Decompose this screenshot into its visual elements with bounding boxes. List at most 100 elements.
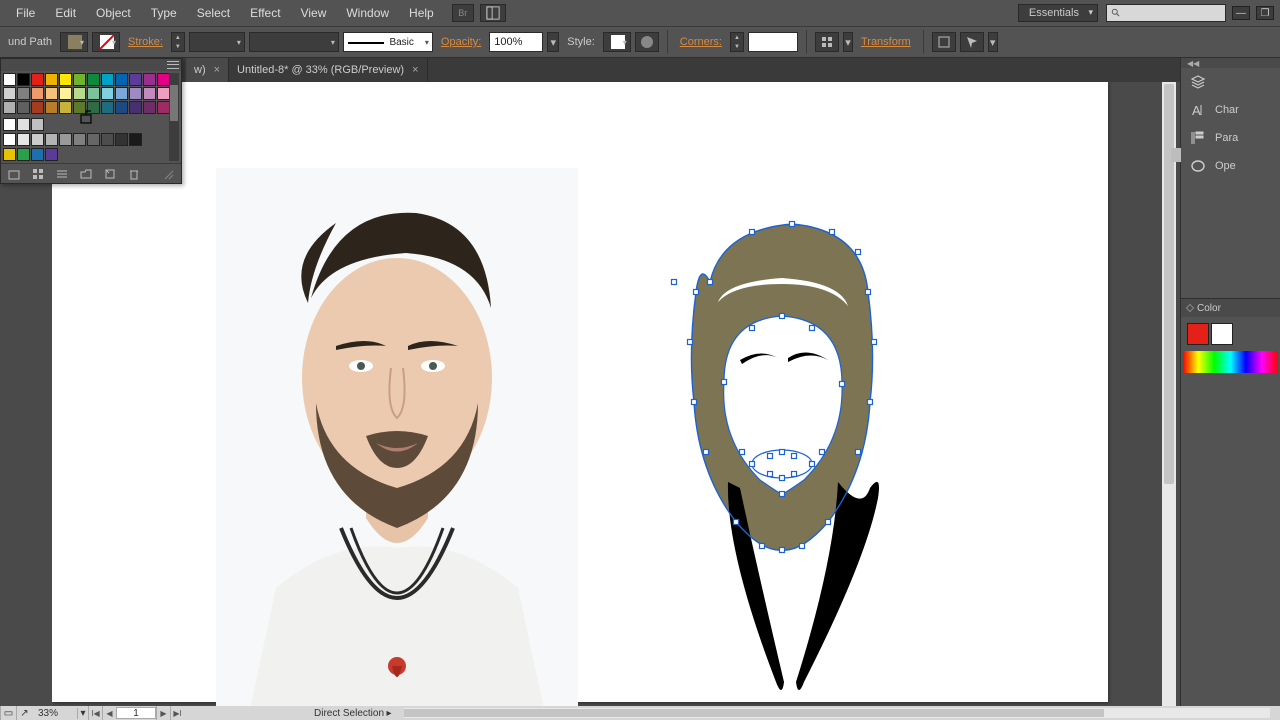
swatch-cell[interactable] xyxy=(129,101,142,114)
swatch-cell[interactable] xyxy=(143,73,156,86)
vertical-scrollbar[interactable] xyxy=(1162,82,1176,706)
swatch-cell[interactable] xyxy=(59,73,72,86)
swatch-cell[interactable] xyxy=(17,73,30,86)
layers-panel-button[interactable] xyxy=(1181,68,1280,96)
artboard-nav-icon[interactable]: ▭ xyxy=(0,706,16,720)
corners-field[interactable] xyxy=(748,32,798,52)
dock-divider-handle[interactable] xyxy=(1171,148,1181,162)
swatch-cell[interactable] xyxy=(45,101,58,114)
delete-swatch-icon[interactable] xyxy=(127,167,141,181)
character-panel-button[interactable]: AChar xyxy=(1181,96,1280,124)
swatch-cell[interactable] xyxy=(73,133,86,146)
swatch-cell[interactable] xyxy=(101,87,114,100)
stroke-label[interactable]: Stroke: xyxy=(124,36,167,48)
isolate-button[interactable] xyxy=(932,32,956,52)
resize-grip-icon[interactable] xyxy=(161,167,175,181)
zoom-field[interactable]: 33% xyxy=(32,708,78,719)
transform-label[interactable]: Transform xyxy=(857,36,915,48)
swatch-options-icon[interactable] xyxy=(55,167,69,181)
opentype-panel-button[interactable]: Ope xyxy=(1181,152,1280,180)
swatch-cell[interactable] xyxy=(87,133,100,146)
opacity-label[interactable]: Opacity: xyxy=(437,36,485,48)
swatch-cell[interactable] xyxy=(73,73,86,86)
artboard-page-nav[interactable]: I◀◀ 1 ▶▶I xyxy=(88,706,184,720)
search-box[interactable] xyxy=(1106,4,1226,22)
color-stroke-swatch[interactable] xyxy=(1211,323,1233,345)
opacity-field[interactable]: 100% xyxy=(489,32,543,52)
swatch-cell[interactable] xyxy=(59,101,72,114)
swatch-cell[interactable] xyxy=(45,73,58,86)
swatch-cell[interactable] xyxy=(87,87,100,100)
align-button[interactable] xyxy=(815,32,839,52)
panel-menu-icon[interactable] xyxy=(167,60,179,70)
menu-select[interactable]: Select xyxy=(187,2,240,24)
swatch-cell[interactable] xyxy=(3,101,16,114)
swatch-cell[interactable] xyxy=(31,87,44,100)
stroke-swatch[interactable] xyxy=(92,32,120,52)
menu-edit[interactable]: Edit xyxy=(45,2,86,24)
swatch-kind-icon[interactable] xyxy=(31,167,45,181)
document-tab-2[interactable]: Untitled-8* @ 33% (RGB/Preview)× xyxy=(229,58,428,82)
swatch-cell[interactable] xyxy=(31,133,44,146)
menu-help[interactable]: Help xyxy=(399,2,444,24)
new-group-icon[interactable] xyxy=(79,167,93,181)
variable-width-dd[interactable] xyxy=(249,32,339,52)
swatches-panel[interactable] xyxy=(0,58,182,184)
menu-effect[interactable]: Effect xyxy=(240,2,290,24)
paragraph-panel-button[interactable]: Para xyxy=(1181,124,1280,152)
recolor-button[interactable] xyxy=(635,32,659,52)
swatch-cell[interactable] xyxy=(87,73,100,86)
swatch-cell[interactable] xyxy=(3,87,16,100)
swatch-cell[interactable] xyxy=(45,148,58,161)
menu-window[interactable]: Window xyxy=(336,2,399,24)
swatch-cell[interactable] xyxy=(59,133,72,146)
swatch-scrollbar[interactable] xyxy=(169,73,179,161)
menu-object[interactable]: Object xyxy=(86,2,141,24)
swatch-cell[interactable] xyxy=(115,73,128,86)
menu-view[interactable]: View xyxy=(291,2,337,24)
document-tab-1[interactable]: w)× xyxy=(186,58,229,82)
swatch-cell[interactable] xyxy=(115,87,128,100)
swatch-cell[interactable] xyxy=(73,101,86,114)
horizontal-scrollbar[interactable] xyxy=(404,708,1270,718)
swatch-cell[interactable] xyxy=(31,118,44,131)
align-dd[interactable]: ▾ xyxy=(843,32,853,52)
collapse-dock-button[interactable]: ◀◀ xyxy=(1181,58,1280,68)
bridge-button[interactable]: Br xyxy=(452,4,474,22)
swatch-cell[interactable] xyxy=(17,133,30,146)
color-spectrum[interactable] xyxy=(1183,351,1278,373)
swatch-cell[interactable] xyxy=(45,133,58,146)
swatch-cell[interactable] xyxy=(143,101,156,114)
canvas-viewport[interactable] xyxy=(52,82,1160,706)
workspace-switcher[interactable]: Essentials xyxy=(1018,4,1098,22)
swatch-cell[interactable] xyxy=(101,73,114,86)
arrange-docs-button[interactable] xyxy=(480,4,506,22)
menu-type[interactable]: Type xyxy=(141,2,187,24)
swatch-cell[interactable] xyxy=(17,148,30,161)
menu-file[interactable]: File xyxy=(6,2,45,24)
screen-mode-icon[interactable]: ↗ xyxy=(16,706,32,720)
swatch-cell[interactable] xyxy=(3,73,16,86)
fill-swatch[interactable] xyxy=(60,32,88,52)
swatch-cell[interactable] xyxy=(3,118,16,131)
swatch-cell[interactable] xyxy=(31,101,44,114)
swatch-cell[interactable] xyxy=(129,73,142,86)
select-similar-button[interactable] xyxy=(960,32,984,52)
vector-artwork[interactable] xyxy=(652,212,912,706)
close-icon[interactable]: × xyxy=(412,64,418,76)
swatch-cell[interactable] xyxy=(101,133,114,146)
swatch-cell[interactable] xyxy=(31,73,44,86)
window-maximize[interactable]: ❐ xyxy=(1256,6,1274,20)
swatch-cell[interactable] xyxy=(101,101,114,114)
swatch-cell[interactable] xyxy=(87,101,100,114)
swatch-cell[interactable] xyxy=(31,148,44,161)
swatch-libraries-icon[interactable] xyxy=(7,167,21,181)
swatch-cell[interactable] xyxy=(17,118,30,131)
swatch-grid[interactable] xyxy=(3,73,167,114)
swatch-cell[interactable] xyxy=(3,133,16,146)
swatch-cell[interactable] xyxy=(143,87,156,100)
window-minimize[interactable]: — xyxy=(1232,6,1250,20)
swatch-cell[interactable] xyxy=(59,87,72,100)
swatch-cell[interactable] xyxy=(45,87,58,100)
graphic-style-dd[interactable] xyxy=(603,32,631,52)
